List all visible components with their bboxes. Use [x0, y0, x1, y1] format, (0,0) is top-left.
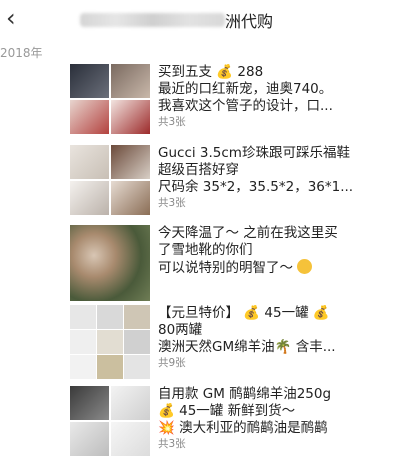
smile-emoji-icon: [297, 259, 313, 274]
thumbnail: [111, 386, 150, 420]
post-text-line: 尺码余 35*2，35.5*2，36*1...: [158, 179, 354, 195]
thumbnail: [70, 422, 109, 456]
thumbnail: [111, 145, 150, 179]
thumbnail: [111, 64, 150, 98]
list-item[interactable]: 【元旦特价】 💰 45一罐 💰 80两罐 澳洲天然GM绵羊油🌴 含丰... 共9…: [70, 305, 407, 379]
list-item[interactable]: 自用款 GM 鸸鹋绵羊油250g 💰 45一罐 新鲜到货～ 💥 澳大利亚的鸸鹋油…: [70, 386, 407, 456]
post-text-line: 超级百搭好穿: [158, 162, 239, 178]
thumbnail: [70, 181, 109, 215]
image-count: 共3张: [158, 116, 186, 128]
thumbnail: [124, 330, 150, 354]
image-count: 共3张: [158, 438, 186, 450]
thumbnail: [70, 386, 109, 420]
post-thumbnails[interactable]: [70, 64, 150, 134]
thumbnail: [70, 330, 96, 354]
post-text-line: 自用款 GM 鸸鹋绵羊油250g: [158, 386, 332, 402]
post-text-line: 💥 澳大利亚的鸸鹋油是鸸鹋: [158, 420, 328, 436]
post-text-line: 【元旦特价】 💰 45一罐 💰: [158, 305, 330, 321]
thumbnail: [70, 225, 150, 301]
post-text-line: 澳洲天然GM绵羊油🌴 含丰...: [158, 339, 336, 355]
thumbnail: [111, 422, 150, 456]
blurred-name: [80, 13, 225, 27]
year-label: 2018年: [0, 46, 43, 60]
post-text-line: 我喜欢这个管子的设计，口...: [158, 98, 333, 114]
thumbnail: [111, 100, 150, 134]
post-text-line: 80两罐: [158, 322, 203, 338]
thumbnail: [111, 181, 150, 215]
post-thumbnails[interactable]: [70, 305, 150, 379]
post-text-line: Gucci 3.5cm珍珠跟可踩乐福鞋: [158, 145, 350, 161]
image-count: 共3张: [158, 197, 186, 209]
list-item[interactable]: Gucci 3.5cm珍珠跟可踩乐福鞋 超级百搭好穿 尺码余 35*2，35.5…: [70, 145, 407, 215]
page-title: 洲代购: [80, 9, 273, 31]
thumbnail: [70, 305, 96, 329]
post-text-line: 可以说特别的明智了～: [158, 259, 407, 277]
post-thumbnails[interactable]: [70, 225, 150, 301]
thumbnail: [70, 100, 109, 134]
chevron-left-icon[interactable]: ‹: [6, 6, 28, 30]
thumbnail: [70, 355, 96, 379]
thumbnail: [97, 330, 123, 354]
thumbnail: [70, 145, 109, 179]
thumbnail: [70, 64, 109, 98]
post-text-line: 买到五支 💰 288: [158, 64, 264, 80]
thumbnail: [124, 355, 150, 379]
post-text-line: 💰 45一罐 新鲜到货～: [158, 403, 296, 419]
list-item[interactable]: 今天降温了～ 之前在我这里买 了雪地靴的你们 可以说特别的明智了～: [70, 225, 407, 301]
thumbnail: [97, 305, 123, 329]
post-text-line: 今天降温了～ 之前在我这里买: [158, 225, 338, 241]
top-bar: ‹ 洲代购: [0, 0, 407, 38]
image-count: 共9张: [158, 357, 186, 369]
post-text-line: 最近的口红新宠，迪奥740。: [158, 81, 333, 97]
post-thumbnails[interactable]: [70, 386, 150, 456]
post-thumbnails[interactable]: [70, 145, 150, 215]
title-suffix: 洲代购: [225, 12, 274, 31]
list-item[interactable]: 买到五支 💰 288 最近的口红新宠，迪奥740。 我喜欢这个管子的设计，口..…: [70, 64, 407, 134]
post-text-line: 了雪地靴的你们: [158, 242, 253, 258]
thumbnail: [97, 355, 123, 379]
thumbnail: [124, 305, 150, 329]
